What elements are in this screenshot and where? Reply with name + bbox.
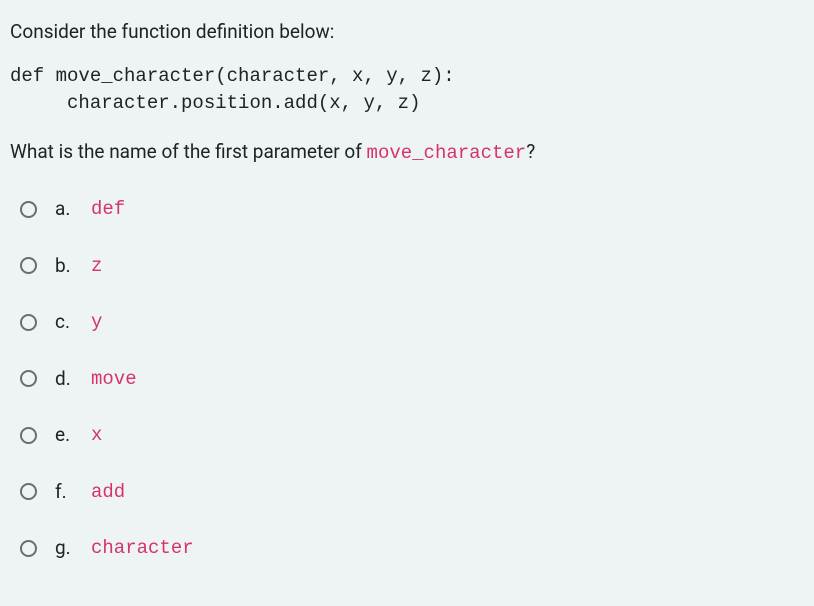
option-letter: e. <box>55 421 83 450</box>
option-value: x <box>91 421 102 450</box>
radio-g[interactable] <box>20 540 37 557</box>
option-g: g. character <box>20 534 804 563</box>
option-letter: c. <box>55 308 83 337</box>
radio-c[interactable] <box>20 314 37 331</box>
option-c: c. y <box>20 308 804 337</box>
option-letter: d. <box>55 365 83 394</box>
radio-b[interactable] <box>20 257 37 274</box>
option-letter: f. <box>55 478 83 507</box>
code-block: def move_character(character, x, y, z): … <box>10 63 804 118</box>
option-e: e. x <box>20 421 804 450</box>
question-text: What is the name of the first parameter … <box>10 138 804 168</box>
option-a: a. def <box>20 195 804 224</box>
question-suffix: ? <box>526 140 535 163</box>
option-letter: b. <box>55 252 83 281</box>
question-prefix: What is the name of the first parameter … <box>10 140 367 163</box>
option-value: y <box>91 308 102 337</box>
option-value: character <box>91 534 194 563</box>
option-b: b. z <box>20 252 804 281</box>
option-d: d. move <box>20 365 804 394</box>
radio-e[interactable] <box>20 427 37 444</box>
option-letter: g. <box>55 534 83 563</box>
option-value: z <box>91 252 102 281</box>
intro-text: Consider the function definition below: <box>10 18 804 47</box>
radio-a[interactable] <box>20 201 37 218</box>
option-value: def <box>91 195 125 224</box>
radio-d[interactable] <box>20 370 37 387</box>
option-letter: a. <box>55 195 83 224</box>
option-f: f. add <box>20 478 804 507</box>
option-value: add <box>91 478 125 507</box>
radio-f[interactable] <box>20 483 37 500</box>
option-value: move <box>91 365 137 394</box>
question-code: move_character <box>367 142 527 164</box>
options-list: a. def b. z c. y d. move e. x f. add g. … <box>10 195 804 563</box>
